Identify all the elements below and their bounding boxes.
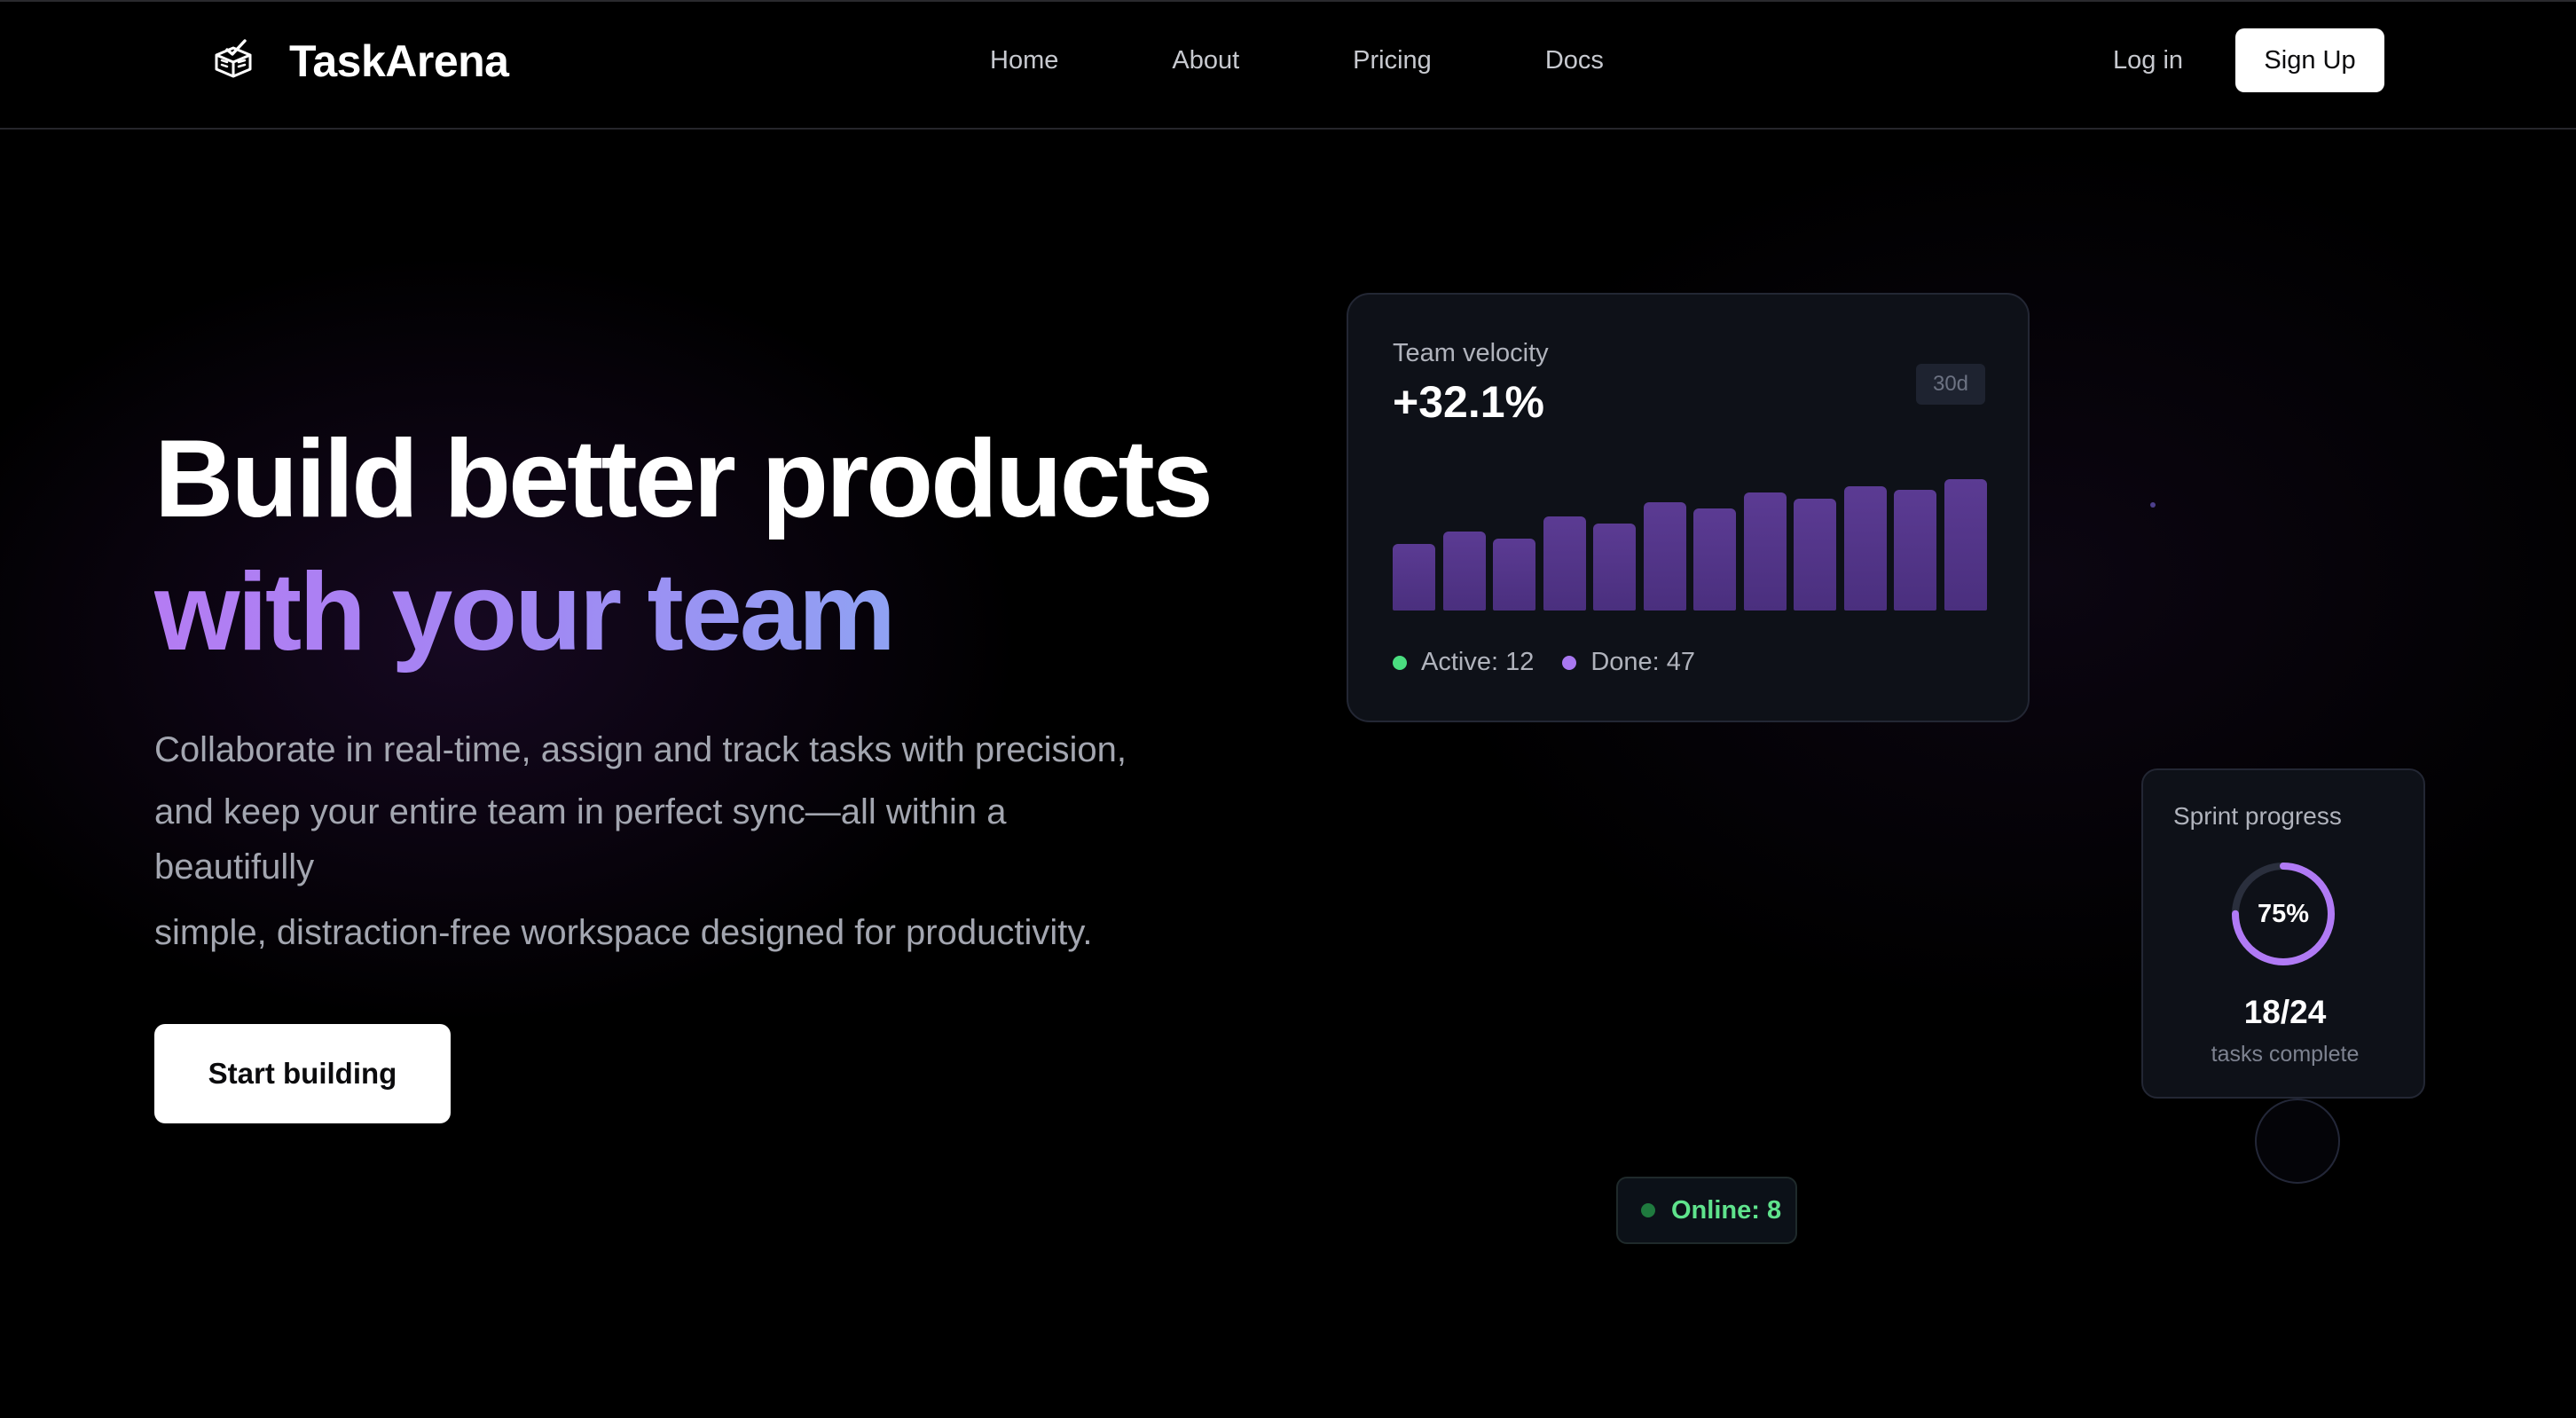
- velocity-bar: [1743, 492, 1787, 611]
- online-status-dot: [1641, 1203, 1655, 1217]
- decorative-dot: [2150, 502, 2156, 508]
- velocity-bar: [1794, 499, 1837, 611]
- tasks-complete-label: tasks complete: [2211, 1042, 2360, 1067]
- sign-up-button[interactable]: Sign Up: [2235, 28, 2384, 92]
- velocity-bar-chart: [1393, 472, 1987, 611]
- hero-headline-line-2: with your team: [154, 551, 896, 674]
- nav-links: Home About Pricing Docs: [990, 41, 1604, 80]
- nav-link-about[interactable]: About: [1172, 41, 1239, 80]
- legend-label-done: Done: 47: [1590, 648, 1696, 676]
- nav-link-docs[interactable]: Docs: [1545, 41, 1604, 80]
- active-status-dot: [1393, 655, 1407, 670]
- velocity-value: +32.1%: [1393, 377, 1544, 427]
- velocity-bar: [1843, 486, 1887, 611]
- hero-description-line: simple, distraction-free workspace desig…: [154, 913, 1093, 952]
- landing-page: TaskArena Home About Pricing Docs Log in…: [0, 0, 2576, 1418]
- brand[interactable]: TaskArena: [209, 34, 509, 89]
- velocity-bar: [1543, 516, 1586, 611]
- velocity-title: Team velocity: [1393, 339, 1549, 367]
- hero-description: Collaborate in real-time, assign and tra…: [154, 721, 1254, 962]
- velocity-bar: [1894, 490, 1937, 611]
- velocity-bar: [1593, 524, 1637, 611]
- progress-percent: 75%: [2257, 899, 2310, 928]
- velocity-bar: [1944, 479, 1987, 611]
- velocity-bar: [1493, 539, 1536, 611]
- sprint-progress-card: Sprint progress 75% 18/24 tasks complete: [2141, 768, 2425, 1099]
- hero-headline-line-1: Build better products: [154, 418, 1213, 540]
- online-count: Online: 8: [1671, 1195, 1782, 1225]
- velocity-bar: [1643, 502, 1686, 611]
- period-badge[interactable]: 30d: [1916, 364, 1985, 405]
- legend-item-done: Done: 47: [1562, 648, 1695, 677]
- legend-label-active: Active: 12: [1421, 648, 1535, 676]
- nav-link-home[interactable]: Home: [990, 41, 1058, 80]
- velocity-bar: [1442, 532, 1486, 611]
- login-link[interactable]: Log in: [2113, 41, 2183, 80]
- tasks-count: 18/24: [2243, 994, 2327, 1030]
- top-navigation: TaskArena Home About Pricing Docs Log in…: [0, 2, 2576, 130]
- hero-description-line: and keep your entire team in perfect syn…: [154, 792, 1007, 831]
- brand-name: TaskArena: [289, 36, 509, 86]
- start-building-button[interactable]: Start building: [154, 1024, 451, 1123]
- decorative-circle: [2255, 1099, 2340, 1184]
- logo-icon: [215, 39, 252, 78]
- hero-description-line: Collaborate in real-time, assign and tra…: [154, 730, 1127, 769]
- velocity-bar: [1393, 544, 1435, 611]
- velocity-bar: [1693, 508, 1737, 611]
- done-status-dot: [1562, 655, 1577, 670]
- hero-description-line: beautifully: [154, 847, 315, 886]
- nav-link-pricing[interactable]: Pricing: [1353, 41, 1432, 80]
- legend-item-active: Active: 12: [1393, 648, 1534, 677]
- team-velocity-card: Team velocity +32.1% 30d Active: 12 Done…: [1347, 293, 2030, 722]
- sprint-title: Sprint progress: [2173, 802, 2342, 830]
- online-status-pill: Online: 8: [1616, 1177, 1797, 1244]
- velocity-legend: Active: 12 Done: 47: [1393, 648, 1724, 677]
